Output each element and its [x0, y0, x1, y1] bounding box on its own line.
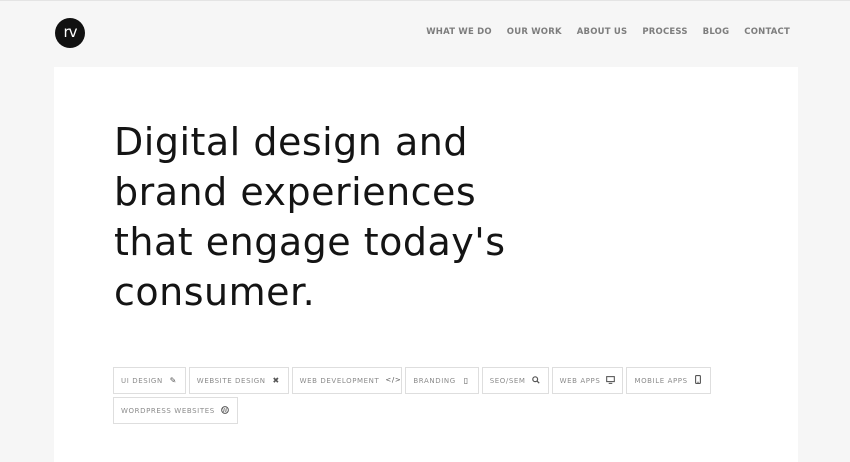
- tag-label: UI DESIGN: [121, 376, 163, 385]
- desktop-icon: [606, 375, 616, 386]
- nav-process[interactable]: PROCESS: [642, 27, 687, 37]
- nav-contact[interactable]: CONTACT: [744, 27, 790, 37]
- tag-label: WEB DEVELOPMENT: [299, 376, 380, 385]
- main-nav: WHAT WE DO OUR WORK ABOUT US PROCESS BLO…: [426, 27, 790, 37]
- tag-row: WORDPRESS WEBSITES W: [113, 397, 673, 424]
- tag-wordpress-websites[interactable]: WORDPRESS WEBSITES W: [113, 397, 238, 424]
- tag-branding[interactable]: BRANDING ▯: [405, 367, 479, 394]
- nav-about-us[interactable]: ABOUT US: [577, 27, 628, 37]
- tag-row: UI DESIGN ✎ WEBSITE DESIGN ✖ WEB DEVELOP…: [113, 367, 711, 394]
- tag-label: BRANDING: [413, 376, 456, 385]
- headline-line: Digital design and: [114, 120, 468, 164]
- tools-icon: ✖: [272, 375, 280, 385]
- tag-label: MOBILE APPS: [634, 376, 688, 385]
- mobile-icon: [694, 375, 703, 386]
- hero-card: Digital design and brand experiences tha…: [54, 67, 798, 462]
- search-icon: [532, 375, 541, 386]
- site-header: rv WHAT WE DO OUR WORK ABOUT US PROCESS …: [0, 1, 850, 67]
- hero-headline: Digital design and brand experiences tha…: [114, 117, 554, 317]
- svg-text:W: W: [223, 407, 228, 413]
- logo[interactable]: rv: [55, 18, 85, 48]
- tag-web-development[interactable]: WEB DEVELOPMENT </>: [291, 367, 403, 394]
- tag-label: WEBSITE DESIGN: [196, 376, 266, 385]
- wordpress-icon: W: [221, 405, 230, 416]
- tag-label: SEO/SEM: [489, 376, 526, 385]
- book-icon: ▯: [463, 375, 469, 385]
- service-tags: UI DESIGN ✎ WEBSITE DESIGN ✖ WEB DEVELOP…: [113, 367, 711, 427]
- nav-blog[interactable]: BLOG: [703, 27, 730, 37]
- headline-line: that engage today's: [114, 220, 506, 264]
- headline-line: brand experiences: [114, 170, 477, 214]
- tag-website-design[interactable]: WEBSITE DESIGN ✖: [188, 367, 289, 394]
- pencil-icon: ✎: [169, 375, 177, 385]
- tag-ui-design[interactable]: UI DESIGN ✎: [113, 367, 186, 394]
- code-icon: </>: [385, 376, 402, 384]
- headline-line: consumer.: [114, 270, 316, 314]
- nav-what-we-do[interactable]: WHAT WE DO: [426, 27, 492, 37]
- nav-our-work[interactable]: OUR WORK: [507, 27, 562, 37]
- tag-label: WORDPRESS WEBSITES: [121, 406, 215, 415]
- tag-mobile-apps[interactable]: MOBILE APPS: [626, 367, 711, 394]
- tag-seo-sem[interactable]: SEO/SEM: [481, 367, 549, 394]
- tag-label: WEB APPS: [559, 376, 601, 385]
- tag-web-apps[interactable]: WEB APPS: [551, 367, 624, 394]
